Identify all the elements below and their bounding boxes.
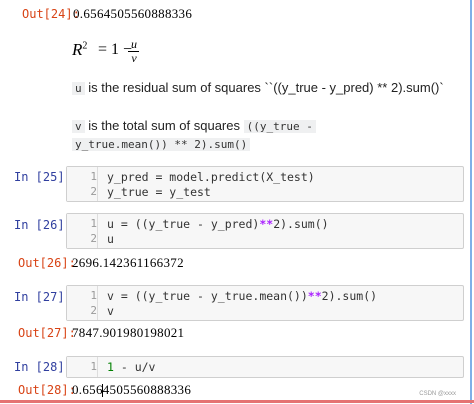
formula-lhs: R2 — [72, 40, 87, 60]
code-cell-28[interactable]: 1 1 - u/v — [66, 356, 464, 378]
code-line: u = ((y_true - y_pred)**2).sum() — [107, 217, 329, 231]
out-24-value: 0.6564505560888336 — [73, 6, 193, 21]
scrollbar-edge[interactable] — [470, 0, 472, 404]
line-number: 2 — [90, 304, 97, 317]
number-literal: 1 — [107, 360, 114, 374]
code-segment: 2).sum() — [273, 217, 329, 231]
markdown-v-code1: ((y_true - — [243, 120, 316, 133]
out-26-prompt: Out[26]: — [18, 256, 76, 270]
out-27-prompt: Out[27]: — [18, 326, 76, 340]
out-28-prompt: Out[28]: — [18, 383, 76, 397]
code-segment: v = ((y_true - y_true.mean()) — [107, 289, 308, 303]
code-line: u — [107, 232, 114, 246]
markdown-v-code2: y_true.mean()) ** 2).sum() — [72, 138, 251, 151]
code-line: v — [107, 304, 114, 318]
code-line: y_true = y_test — [107, 185, 211, 199]
in-26-prompt: In [26]: — [14, 218, 72, 232]
code-line: v = ((y_true - y_true.mean())**2).sum() — [107, 289, 377, 303]
code-cell-25[interactable]: 1 2 y_pred = model.predict(X_test) y_tru… — [66, 166, 464, 202]
code-line: 1 - u/v — [107, 360, 155, 374]
markdown-u-var: u — [72, 82, 85, 95]
code-cell-27[interactable]: 1 2 v = ((y_true - y_true.mean())**2).su… — [66, 285, 464, 321]
out-27-value: 7847.901980198021 — [72, 325, 185, 340]
code-segment: - u/v — [113, 360, 156, 374]
power-operator: ** — [259, 217, 274, 231]
out-28-value: 0.6564505560888336 — [72, 382, 192, 397]
markdown-v-text: is the total sum of squares — [84, 118, 240, 133]
line-number: 1 — [90, 289, 97, 302]
formula-numerator: u — [131, 37, 137, 51]
formula-denominator: v — [131, 51, 137, 65]
line-number: 1 — [90, 217, 97, 230]
in-27-prompt: In [27]: — [14, 290, 72, 304]
code-segment: u = ((y_true - y_pred) — [107, 217, 260, 231]
out-24-prompt: Out[24]: — [22, 7, 80, 21]
code-segment: 2).sum() — [321, 289, 378, 303]
in-25-prompt: In [25]: — [14, 170, 72, 184]
text-cursor — [102, 384, 103, 397]
line-number: 1 — [90, 170, 97, 183]
line-number: 2 — [90, 185, 97, 198]
markdown-u-line: u is the residual sum of squares ``((y_t… — [72, 80, 444, 95]
line-number: 2 — [90, 232, 97, 245]
code-cell-26[interactable]: 1 2 u = ((y_true - y_pred)**2).sum() u — [66, 213, 464, 249]
watermark: CSDN @xxxx — [419, 391, 456, 397]
markdown-v-line1: v is the total sum of squares ((y_true - — [72, 118, 316, 133]
code-line: y_pred = model.predict(X_test) — [107, 170, 315, 184]
power-operator: ** — [307, 289, 322, 303]
bottom-border — [0, 400, 474, 403]
formula-r: R — [72, 40, 83, 59]
out-26-value: 2696.142361166372 — [72, 255, 184, 270]
markdown-v-var: v — [72, 120, 85, 133]
line-number: 1 — [90, 360, 97, 373]
in-28-prompt: In [28]: — [14, 360, 72, 374]
formula-eq: = 1 − — [98, 41, 133, 58]
markdown-v-line2: y_true.mean()) ** 2).sum() — [72, 136, 251, 151]
formula-exponent: 2 — [82, 40, 88, 52]
markdown-u-text: is the residual sum of squares ``((y_tru… — [84, 80, 444, 95]
